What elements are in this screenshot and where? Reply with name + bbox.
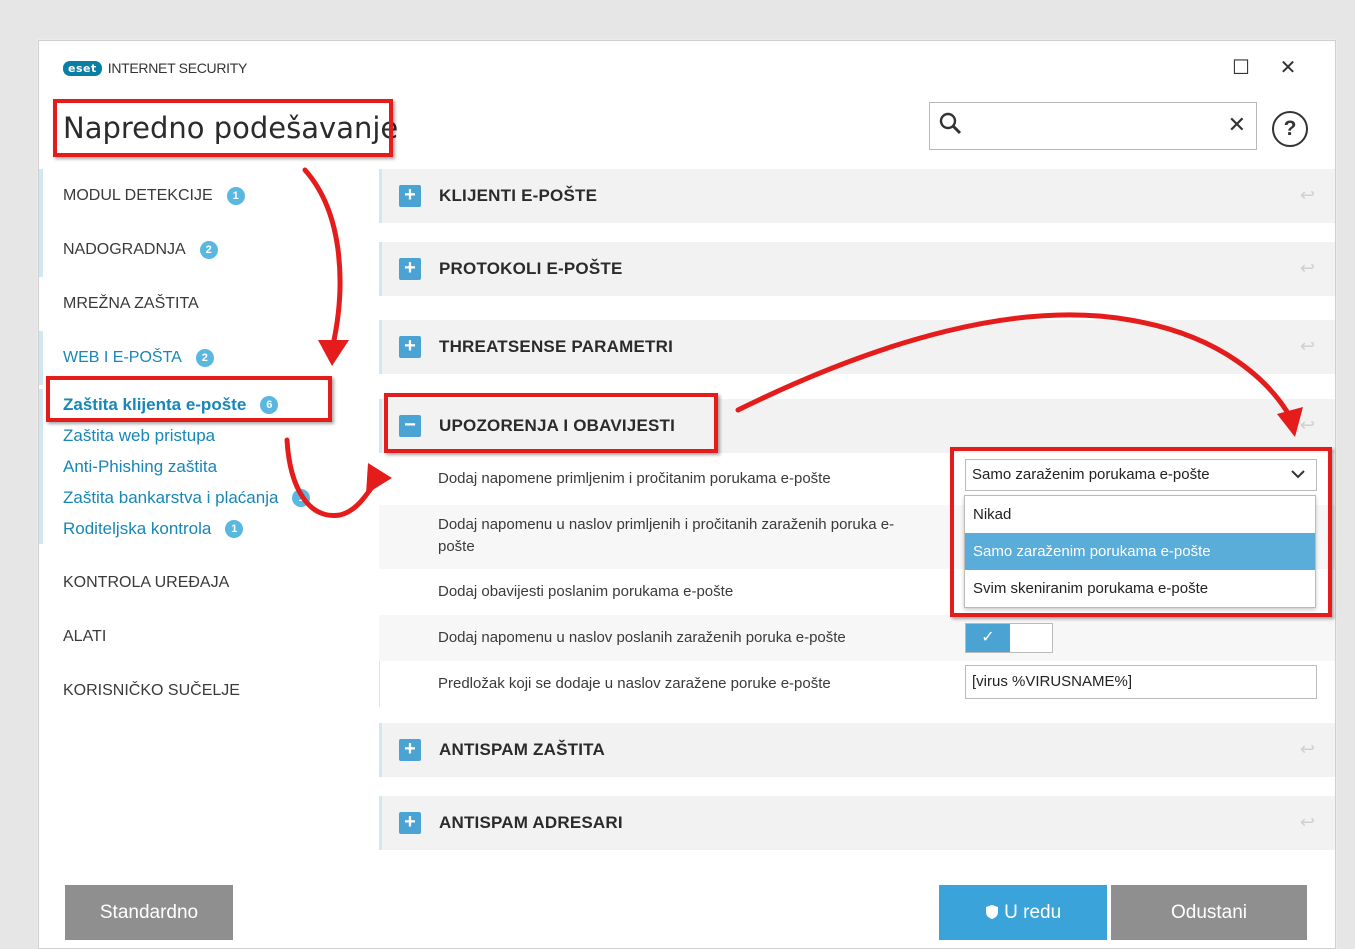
- sidebar-item-web-email[interactable]: WEB I E-POŠTA 2: [39, 331, 369, 385]
- setting-label: Dodaj napomene primljenim i pročitanim p…: [438, 470, 831, 487]
- sidebar-subitem-parental[interactable]: Roditeljska kontrola 1: [63, 513, 369, 544]
- sidebar-item-user-interface[interactable]: KORISNIČKO SUČELJE: [39, 664, 369, 718]
- sidebar-subitem-email-client[interactable]: Zaštita klijenta e-pošte 6: [63, 389, 369, 420]
- sidebar-subitem-banking[interactable]: Zaštita bankarstva i plaćanja 1: [63, 482, 369, 513]
- section-email-clients[interactable]: + KLIJENTI E-POŠTE ↩: [379, 169, 1335, 223]
- section-email-protocols[interactable]: + PROTOKOLI E-POŠTE ↩: [379, 242, 1335, 296]
- count-badge: 2: [195, 349, 214, 367]
- dropdown-option[interactable]: Nikad: [965, 496, 1315, 533]
- revert-icon[interactable]: ↩: [1300, 185, 1315, 206]
- ok-button[interactable]: U redu: [939, 885, 1107, 940]
- dropdown-value: Samo zaraženim porukama e-pošte: [972, 466, 1210, 483]
- maximize-button[interactable]: ☐: [1227, 55, 1255, 80]
- sidebar-subitem-label: Zaštita bankarstva i plaćanja: [63, 488, 279, 507]
- sidebar-item-update[interactable]: NADOGRADNJA 2: [39, 223, 369, 277]
- close-window-button[interactable]: ✕: [1274, 55, 1302, 80]
- setting-row: Dodaj napomenu u naslov poslanih zaražen…: [379, 615, 1335, 661]
- collapse-icon: −: [399, 415, 421, 437]
- section-antispam-addressbooks[interactable]: + ANTISPAM ADRESARI ↩: [379, 796, 1335, 850]
- titlebar: eset INTERNET SECURITY: [63, 57, 247, 79]
- sidebar-item-label: KORISNIČKO SUČELJE: [63, 682, 240, 699]
- expand-icon: +: [399, 258, 421, 280]
- sidebar-item-detection[interactable]: MODUL DETEKCIJE 1: [39, 169, 369, 223]
- revert-icon[interactable]: ↩: [1300, 415, 1315, 436]
- count-badge: 1: [225, 519, 244, 538]
- sidebar-subitem-label: Zaštita web pristupa: [63, 426, 216, 445]
- sidebar-subitem-label: Roditeljska kontrola: [63, 519, 212, 538]
- search-icon: [938, 111, 964, 142]
- section-title: KLIJENTI E-POŠTE: [439, 186, 598, 205]
- dropdown-option-selected[interactable]: Samo zaraženim porukama e-pošte: [965, 533, 1315, 570]
- count-badge: 6: [260, 395, 279, 414]
- count-badge: 1: [226, 187, 245, 205]
- sidebar-subitem-web-access[interactable]: Zaštita web pristupa: [63, 420, 369, 451]
- sidebar-item-label: MREŽNA ZAŠTITA: [63, 295, 199, 312]
- expand-icon: +: [399, 812, 421, 834]
- advanced-setup-window: eset INTERNET SECURITY ☐ ✕ Napredno pode…: [38, 40, 1336, 949]
- count-badge: 1: [292, 488, 311, 507]
- setting-label: Predložak koji se dodaje u naslov zaraže…: [438, 675, 831, 692]
- notes-dropdown[interactable]: Samo zaraženim porukama e-pošte: [965, 459, 1317, 491]
- sidebar-item-label: MODUL DETEKCIJE: [63, 187, 213, 204]
- cancel-button[interactable]: Odustani: [1111, 885, 1307, 940]
- count-badge: 2: [199, 241, 218, 259]
- clear-search-icon[interactable]: ✕: [1228, 112, 1246, 138]
- sidebar-item-label: ALATI: [63, 628, 107, 645]
- revert-icon[interactable]: ↩: [1300, 336, 1315, 357]
- sidebar-item-label: NADOGRADNJA: [63, 241, 186, 258]
- sidebar: MODUL DETEKCIJE 1 NADOGRADNJA 2 MREŽNA Z…: [39, 169, 369, 718]
- subject-toggle[interactable]: ✓: [965, 623, 1053, 653]
- revert-icon[interactable]: ↩: [1300, 812, 1315, 833]
- product-name: INTERNET SECURITY: [107, 60, 248, 76]
- section-title: THREATSENSE PARAMETRI: [439, 337, 674, 356]
- expand-icon: +: [399, 336, 421, 358]
- setting-label: Dodaj obavijesti poslanim porukama e-poš…: [438, 583, 734, 600]
- page-title: Napredno podešavanje: [63, 111, 399, 145]
- section-antispam[interactable]: + ANTISPAM ZAŠTITA ↩: [379, 723, 1335, 777]
- sidebar-subnav: Zaštita klijenta e-pošte 6 Zaštita web p…: [39, 389, 369, 544]
- search-input[interactable]: [968, 109, 1218, 143]
- setting-label: Dodaj napomenu u naslov poslanih zaražen…: [438, 629, 846, 646]
- section-title: ANTISPAM ADRESARI: [439, 813, 623, 832]
- sidebar-item-label: KONTROLA UREĐAJA: [63, 574, 230, 591]
- section-title: UPOZORENJA I OBAVIJESTI: [439, 416, 676, 435]
- dropdown-option[interactable]: Svim skeniranim porukama e-pošte: [965, 570, 1315, 607]
- section-alerts-notifications[interactable]: − UPOZORENJA I OBAVIJESTI ↩: [379, 399, 1335, 453]
- ok-label: U redu: [1004, 902, 1062, 923]
- section-title: ANTISPAM ZAŠTITA: [439, 740, 605, 759]
- default-button[interactable]: Standardno: [65, 885, 233, 940]
- subject-template-input[interactable]: [virus %VIRUSNAME%]: [965, 665, 1317, 699]
- setting-label: Dodaj napomenu u naslov primljenih i pro…: [438, 516, 895, 555]
- notes-dropdown-list: Nikad Samo zaraženim porukama e-pošte Sv…: [964, 495, 1316, 608]
- sidebar-subitem-label: Anti-Phishing zaštita: [63, 457, 218, 476]
- help-button[interactable]: ?: [1272, 111, 1308, 147]
- sidebar-subitem-anti-phishing[interactable]: Anti-Phishing zaštita: [63, 451, 369, 482]
- sidebar-item-network[interactable]: MREŽNA ZAŠTITA: [39, 277, 369, 331]
- shield-icon: [985, 902, 1004, 923]
- eset-logo: eset: [63, 60, 102, 76]
- section-threatsense[interactable]: + THREATSENSE PARAMETRI ↩: [379, 320, 1335, 374]
- expand-icon: +: [399, 739, 421, 761]
- sidebar-item-device-control[interactable]: KONTROLA UREĐAJA: [39, 556, 369, 610]
- sidebar-item-label: WEB I E-POŠTA: [63, 349, 182, 366]
- sidebar-item-tools[interactable]: ALATI: [39, 610, 369, 664]
- search-box[interactable]: ✕: [929, 102, 1257, 150]
- expand-icon: +: [399, 185, 421, 207]
- revert-icon[interactable]: ↩: [1300, 739, 1315, 760]
- section-title: PROTOKOLI E-POŠTE: [439, 259, 623, 278]
- check-icon: ✓: [966, 624, 1010, 652]
- sidebar-subitem-label: Zaštita klijenta e-pošte: [63, 395, 247, 414]
- setting-row: Predložak koji se dodaje u naslov zaraže…: [379, 661, 1335, 707]
- revert-icon[interactable]: ↩: [1300, 258, 1315, 279]
